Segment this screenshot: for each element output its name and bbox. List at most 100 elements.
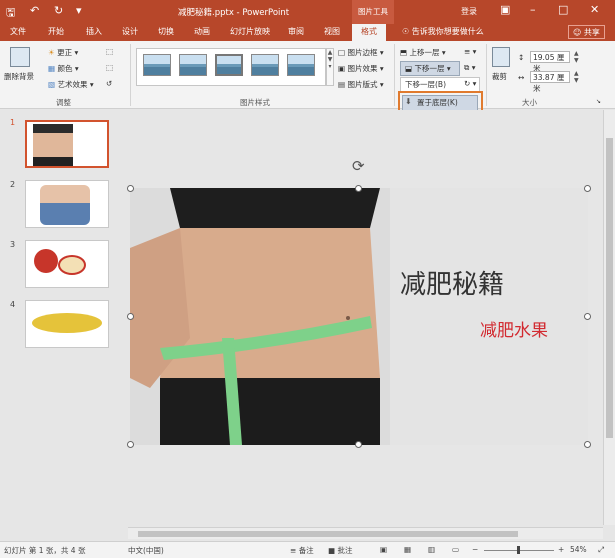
width-input[interactable]: 33.87 厘米 xyxy=(530,71,570,93)
thumb-apple xyxy=(34,249,58,273)
style-option-2[interactable] xyxy=(179,54,207,76)
save-icon[interactable]: 🖫 xyxy=(6,4,15,23)
slide-thumbnails-panel: 1 2 3 4 xyxy=(0,110,117,542)
tell-me-label: 告诉我你想要做什么 xyxy=(411,27,484,36)
tab-transitions[interactable]: 切换 xyxy=(158,26,174,37)
rotate-handle-icon[interactable]: ⟳ xyxy=(352,157,365,175)
picture-border-label: 图片边框 xyxy=(347,48,378,57)
login-link[interactable]: 登录 xyxy=(461,6,477,17)
picture-border-button[interactable]: □ 图片边框 ▾ xyxy=(338,47,384,58)
width-icon: ↔ xyxy=(518,73,525,82)
reading-view-icon[interactable]: ▥ xyxy=(428,545,435,554)
crop-button[interactable]: 裁剪 xyxy=(492,71,507,82)
tell-me-search[interactable]: ☉ 告诉我你想要做什么 xyxy=(402,26,484,37)
tab-design[interactable]: 设计 xyxy=(122,26,138,37)
comment-icon: ■ xyxy=(328,546,336,555)
width-spinner[interactable]: ▲ ▼ xyxy=(574,70,579,84)
tab-animations[interactable]: 动画 xyxy=(194,26,210,37)
minimize-icon[interactable]: – xyxy=(530,3,536,16)
picture-effects-label: 图片效果 xyxy=(347,64,378,73)
normal-view-icon[interactable]: ▣ xyxy=(380,545,387,554)
resize-handle[interactable] xyxy=(584,441,591,448)
redo-icon[interactable]: ↻ xyxy=(54,4,63,17)
zoom-in-icon[interactable]: + xyxy=(558,545,564,554)
rotate-icon[interactable]: ↻ ▾ xyxy=(464,79,476,88)
align-icon[interactable]: ≡ ▾ xyxy=(464,47,476,56)
bring-forward-button[interactable]: ⬒ 上移一层 ▾ xyxy=(400,47,446,58)
style-option-4[interactable] xyxy=(251,54,279,76)
color-label: 颜色 xyxy=(57,64,73,73)
tab-review[interactable]: 审阅 xyxy=(288,26,304,37)
resize-handle[interactable] xyxy=(127,441,134,448)
tab-insert[interactable]: 插入 xyxy=(86,26,102,37)
share-button[interactable]: ☺ 共享 xyxy=(568,25,605,39)
slide-title[interactable]: 减肥秘籍 xyxy=(400,264,504,301)
color-button[interactable]: ▦ 颜色 ▾ xyxy=(48,63,79,74)
undo-icon[interactable]: ↶ xyxy=(30,4,39,17)
tab-format[interactable]: 格式 xyxy=(352,24,386,41)
slide-sorter-icon[interactable]: ▦ xyxy=(404,545,411,554)
thumb-banana xyxy=(32,313,102,333)
corrections-button[interactable]: ☀ 更正 ▾ xyxy=(48,47,78,58)
maximize-icon[interactable]: □ xyxy=(558,3,568,16)
tab-view[interactable]: 视图 xyxy=(324,26,340,37)
slide-thumbnail-2[interactable] xyxy=(25,180,109,228)
slide-thumbnail-4[interactable] xyxy=(25,300,109,348)
title-bar: 🖫 ↶ ↻ ▾ 减肥秘籍.pptx - PowerPoint 图片工具 登录 ▣… xyxy=(0,0,615,24)
style-option-3[interactable] xyxy=(215,54,243,76)
art-effects-icon: ▧ xyxy=(48,80,56,89)
color-icon: ▦ xyxy=(48,64,56,73)
close-icon[interactable]: ✕ xyxy=(590,3,599,16)
zoom-level[interactable]: 54% xyxy=(570,545,587,554)
divider xyxy=(130,44,131,106)
language-indicator[interactable]: 中文(中国) xyxy=(128,545,164,556)
tab-file[interactable]: 文件 xyxy=(10,26,26,37)
compress-icon[interactable]: ⬚ xyxy=(106,47,113,56)
resize-handle[interactable] xyxy=(355,185,362,192)
document-title: 减肥秘籍.pptx - PowerPoint xyxy=(178,8,290,18)
slide[interactable]: 减肥秘籍 减肥水果 xyxy=(130,188,588,445)
height-spinner[interactable]: ▲ ▼ xyxy=(574,50,579,64)
slide-thumbnail-3[interactable] xyxy=(25,240,109,288)
slide-number: 4 xyxy=(10,300,16,309)
vertical-scrollbar[interactable] xyxy=(603,110,615,525)
zoom-out-icon[interactable]: − xyxy=(472,545,478,554)
restore-icon[interactable]: ▣ xyxy=(500,3,510,16)
comments-button[interactable]: ■ 批注 xyxy=(328,545,352,556)
resize-handle[interactable] xyxy=(584,313,591,320)
tab-slideshow[interactable]: 幻灯片放映 xyxy=(230,26,270,37)
zoom-slider-thumb[interactable] xyxy=(517,546,520,554)
slide-subtitle[interactable]: 减肥水果 xyxy=(480,316,548,341)
style-option-5[interactable] xyxy=(287,54,315,76)
reset-picture-icon[interactable]: ↺ xyxy=(106,79,112,88)
customize-icon[interactable]: ▾ xyxy=(76,4,82,17)
vertical-scroll-thumb[interactable] xyxy=(606,138,613,438)
style-option-1[interactable] xyxy=(143,54,171,76)
fit-to-window-icon[interactable]: ⤢ xyxy=(598,545,604,555)
thumb-apple-half xyxy=(58,255,86,275)
group-icon[interactable]: ⧉ ▾ xyxy=(464,63,476,73)
horizontal-scrollbar[interactable] xyxy=(128,527,603,539)
group-label-adjust: 调整 xyxy=(56,98,71,107)
change-picture-icon[interactable]: ⬚ xyxy=(106,63,113,72)
picture-effects-button[interactable]: ▣ 图片效果 ▾ xyxy=(338,63,384,74)
resize-handle[interactable] xyxy=(584,185,591,192)
picture-layout-button[interactable]: ▤ 图片版式 ▾ xyxy=(338,79,384,90)
remove-background-button[interactable]: 删除背景 xyxy=(4,71,34,82)
resize-handle[interactable] xyxy=(355,441,362,448)
resize-handle[interactable] xyxy=(127,313,134,320)
send-backward-button[interactable]: ⬓ 下移一层 ▾ xyxy=(400,61,460,76)
horizontal-scroll-thumb[interactable] xyxy=(138,531,518,537)
resize-handle[interactable] xyxy=(127,185,134,192)
slideshow-icon[interactable]: ▭ xyxy=(452,545,459,554)
artistic-effects-button[interactable]: ▧ 艺术效果 ▾ xyxy=(48,79,94,90)
ribbon: 删除背景 ☀ 更正 ▾ ▦ 颜色 ▾ ▧ 艺术效果 ▾ ⬚ ⬚ ↺ 调整 ▲ ▼ ▾… xyxy=(0,41,615,109)
notes-button[interactable]: ≡ 备注 xyxy=(290,545,314,556)
tab-home[interactable]: 开始 xyxy=(48,26,64,37)
slide-thumbnail-1[interactable] xyxy=(25,120,109,168)
send-backward-sub-label: 下移一层(B) xyxy=(405,80,446,89)
fitness-photo[interactable] xyxy=(130,188,390,445)
height-input[interactable]: 19.05 厘米 xyxy=(530,51,570,73)
size-dialog-launcher-icon[interactable]: ↘ xyxy=(596,98,601,105)
gallery-more-button[interactable]: ▲ ▼ ▾ xyxy=(326,48,334,86)
